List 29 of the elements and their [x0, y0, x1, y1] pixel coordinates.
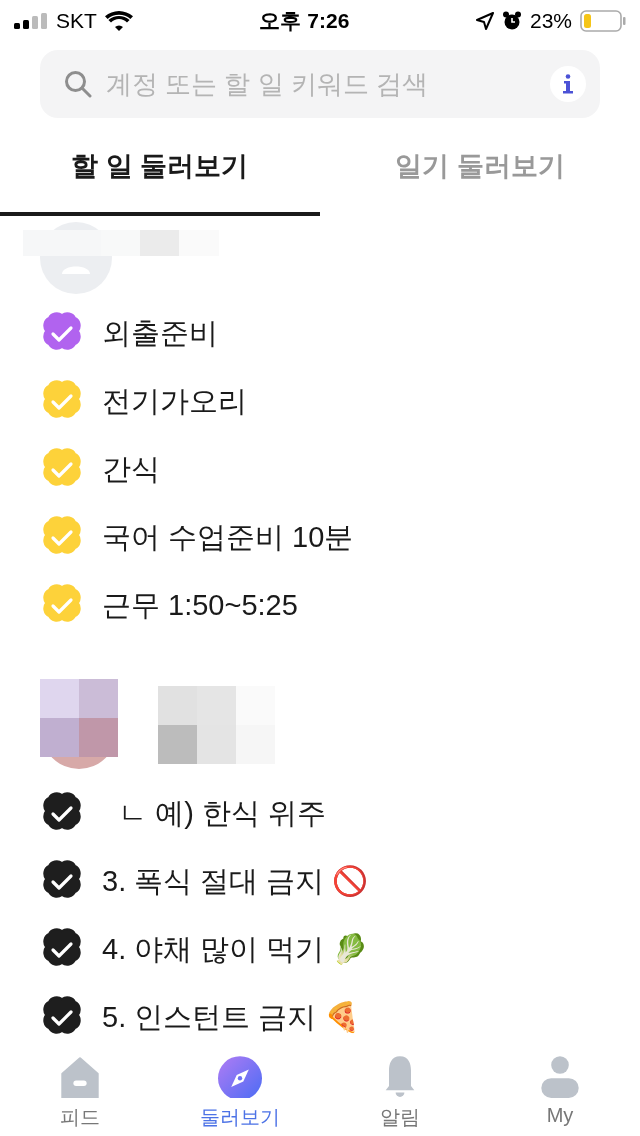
nav-tab[interactable]: 둘러보기: [160, 1046, 320, 1135]
compass-icon: [218, 1054, 262, 1098]
nav-tab[interactable]: My: [480, 1046, 640, 1131]
info-button[interactable]: [550, 66, 586, 102]
alarm-clock-icon: [501, 11, 522, 31]
nav-tab[interactable]: 피드: [0, 1046, 160, 1135]
todo-text: 국어 수업준비 10분: [102, 520, 354, 555]
info-icon: [562, 74, 574, 94]
clock-time: 오후 7:26: [259, 8, 350, 34]
home-icon: [58, 1054, 102, 1098]
todo-text: 3. 폭식 절대 금지 🚫: [102, 864, 369, 899]
todo-text: 5. 인스턴트 금지 🍕: [102, 1000, 361, 1035]
battery-icon: [580, 10, 626, 32]
search-input[interactable]: 계정 또는 할 일 키워드 검색: [104, 67, 538, 101]
search-icon: [64, 70, 92, 98]
todo-text: 근무 1:50~5:25: [102, 588, 298, 623]
search-field[interactable]: 계정 또는 할 일 키워드 검색: [40, 50, 600, 118]
signal-icon: [14, 13, 48, 29]
location-arrow-icon: [475, 12, 494, 30]
carrier-name: SKT: [56, 9, 97, 33]
todo-text: 4. 야채 많이 먹기 🥬: [102, 932, 369, 967]
todo-text: 외출준비: [102, 316, 218, 351]
nav-tab[interactable]: 알림: [320, 1046, 480, 1135]
todo-text: 간식: [102, 452, 160, 487]
wifi-icon: [104, 11, 133, 31]
person-icon: [538, 1054, 582, 1098]
todo-text: 전기가오리: [102, 384, 247, 419]
battery-percent: 23%: [529, 9, 572, 33]
todo-text: ㄴ 예) 한식 위주: [117, 796, 326, 831]
